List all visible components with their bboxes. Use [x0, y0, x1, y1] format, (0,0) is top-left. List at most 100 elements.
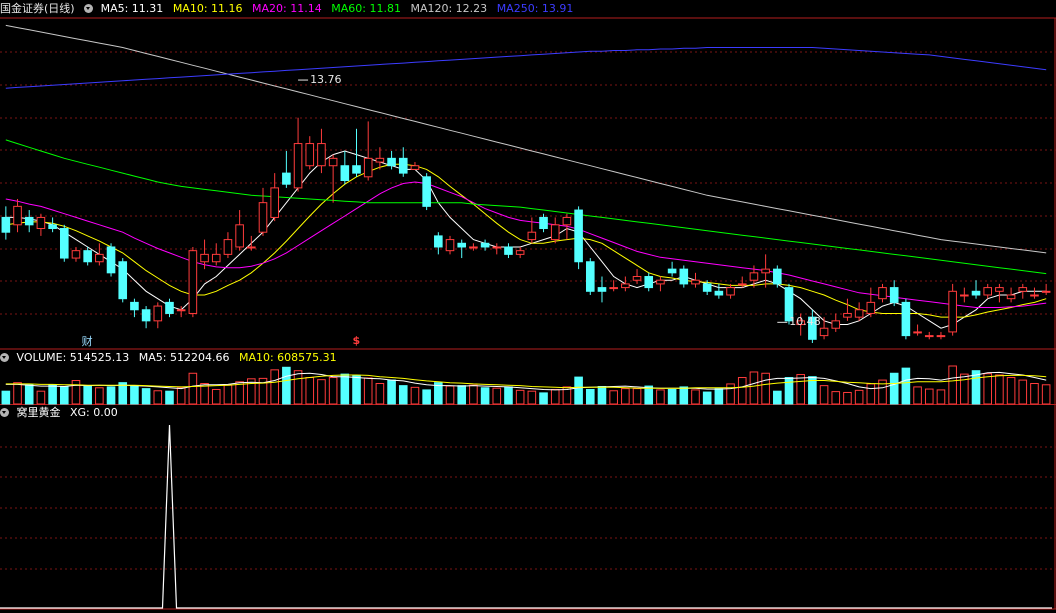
volume-bar — [317, 379, 326, 405]
ma60-label: MA60: 11.81 — [331, 2, 401, 15]
volume-bar — [398, 385, 408, 405]
vol-ma5-label: MA5: 512204.66 — [138, 351, 230, 364]
candle-down — [667, 268, 677, 274]
candle-up — [737, 283, 747, 286]
finance-marker[interactable]: 财 — [82, 333, 93, 349]
volume-bar — [305, 377, 315, 405]
volume-bar — [983, 373, 993, 405]
candle-down — [714, 290, 724, 296]
ma250-label: MA250: 13.91 — [496, 2, 574, 15]
candle-up — [71, 250, 81, 259]
candle-down — [83, 250, 92, 263]
volume-bar — [831, 391, 841, 405]
candle-up — [13, 205, 22, 226]
candle-down — [106, 246, 116, 274]
volume-bar — [328, 377, 338, 405]
candle-down — [597, 287, 607, 292]
candle-down — [24, 216, 34, 226]
dropdown-icon[interactable] — [84, 4, 94, 13]
candle-up — [550, 224, 560, 241]
volume-bar — [737, 377, 747, 405]
candle-up — [445, 239, 455, 252]
volume-bar — [270, 369, 279, 405]
volume-bar — [585, 388, 595, 405]
candle-up — [866, 301, 876, 314]
candle-up — [691, 279, 700, 285]
volume-bar — [211, 388, 221, 405]
candle-up — [188, 250, 198, 314]
price-ma250-line — [5, 47, 1047, 89]
candle-up — [410, 165, 420, 170]
candle-down — [118, 261, 128, 300]
candle-down — [141, 309, 151, 322]
candle-up — [1018, 287, 1028, 292]
candle-down — [352, 165, 361, 174]
volume-bar — [48, 384, 57, 405]
candle-up — [749, 272, 759, 281]
ma10-label: MA10: 11.16 — [172, 2, 243, 15]
volume-bar — [504, 386, 513, 405]
volume-bar — [679, 386, 689, 405]
volume-bar — [866, 383, 876, 405]
volume-bar — [726, 383, 735, 405]
candle-down — [702, 283, 712, 292]
candle-up — [843, 312, 852, 318]
volume-bar — [492, 387, 502, 405]
high-annotation: 13.76 — [310, 73, 342, 87]
candle-up — [924, 335, 934, 338]
volume-bar — [106, 386, 116, 405]
volume-bar — [118, 382, 128, 405]
volume-bar — [749, 371, 759, 405]
volume-bar — [901, 367, 911, 405]
candle-up — [656, 279, 665, 285]
candle-up — [305, 143, 315, 167]
candle-up — [515, 250, 525, 255]
volume-bar — [948, 365, 957, 405]
volume-bar — [773, 390, 782, 405]
volume-label: VOLUME: 514525.13 — [16, 351, 130, 364]
candle-down — [901, 301, 911, 337]
candle-up — [936, 335, 946, 338]
volume-bar — [924, 388, 934, 405]
candle-down — [889, 287, 899, 303]
candle-up — [375, 157, 385, 163]
candle-up — [983, 287, 993, 296]
volume-bar — [913, 386, 922, 405]
candle-up — [36, 216, 46, 230]
volume-bar — [644, 385, 654, 405]
candle-down — [398, 157, 408, 174]
volume-bar — [223, 384, 233, 405]
candle-up — [200, 253, 209, 263]
volume-bar — [936, 389, 946, 405]
candle-down — [539, 216, 548, 230]
volume-bar — [387, 379, 396, 405]
candle-down — [457, 242, 467, 248]
dropdown-icon[interactable] — [0, 408, 9, 417]
candle-up — [1041, 290, 1051, 293]
candle-down — [679, 268, 689, 285]
candle-down — [130, 301, 139, 311]
volume-bar — [691, 389, 700, 405]
candle-up — [854, 309, 864, 318]
candle-down — [644, 276, 654, 289]
candle-up — [492, 246, 502, 249]
dividend-marker[interactable]: $ — [353, 334, 361, 347]
volume-bar — [667, 388, 677, 405]
volume-bar — [293, 370, 303, 405]
candle-up — [562, 216, 572, 226]
dropdown-icon[interactable] — [0, 353, 9, 362]
candle-down — [434, 235, 443, 248]
candle-up — [995, 287, 1004, 292]
ma20-label: MA20: 11.14 — [252, 2, 322, 15]
volume-bar — [550, 388, 560, 405]
candle-up — [153, 305, 163, 322]
candle-down — [59, 228, 69, 259]
candle-up — [632, 276, 642, 281]
xg-value: XG: 0.00 — [70, 406, 118, 419]
volume-bar — [656, 389, 665, 405]
candle-up — [317, 143, 326, 167]
candle-up — [621, 283, 630, 289]
volume-bar — [761, 372, 770, 405]
volume-bar — [574, 376, 583, 405]
candle-up — [95, 253, 104, 263]
